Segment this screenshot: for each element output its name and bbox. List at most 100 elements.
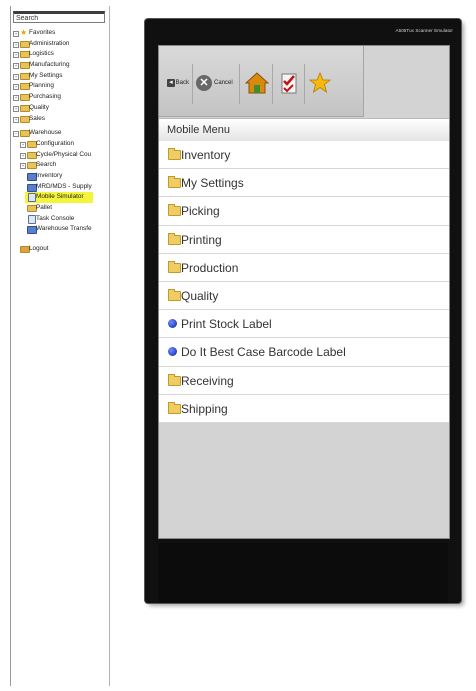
folder-icon	[168, 373, 181, 386]
tree-item-mrd-mds-supply[interactable]: MRD/MDS - Supply	[13, 182, 109, 193]
tree-item-purchasing[interactable]: + Purchasing	[13, 92, 109, 103]
tree-item-search[interactable]: + Search	[13, 160, 109, 171]
folder-icon	[168, 148, 181, 160]
menu-item-production[interactable]: Production	[159, 253, 449, 282]
tree-item-label: Mobile Simulator	[36, 193, 84, 201]
expand-icon[interactable]: +	[13, 41, 19, 48]
checklist-button[interactable]	[275, 71, 303, 95]
navigation-tree: + ★ Favorites + Administration + Logisti…	[13, 28, 109, 255]
tree-item-warehouse-transfer[interactable]: Warehouse Transfe	[13, 224, 109, 235]
tree-item-task-console[interactable]: Task Console	[13, 214, 109, 225]
menu-item-printing[interactable]: Printing	[159, 225, 449, 254]
emulator-bottom-bezel	[158, 543, 448, 603]
checklist-icon	[281, 73, 297, 94]
tree-item-favorites[interactable]: + ★ Favorites	[13, 28, 109, 39]
menu-item-label: Shipping	[181, 401, 228, 416]
tree-item-label: Warehouse Transfe	[36, 225, 92, 233]
menu-item-my-settings[interactable]: My Settings	[159, 169, 449, 198]
navigation-panel: + ★ Favorites + Administration + Logisti…	[10, 6, 110, 686]
menu-item-label: Receiving	[181, 373, 234, 388]
folder-icon	[168, 288, 181, 301]
menu-item-picking[interactable]: Picking	[159, 197, 449, 226]
tree-item-label: Configuration	[36, 139, 75, 147]
expand-icon[interactable]: +	[13, 73, 19, 80]
tree-item-inventory[interactable]: Inventory	[13, 171, 109, 182]
tree-item-label: Quality	[29, 103, 49, 111]
expand-icon[interactable]: +	[13, 31, 19, 37]
tree-item-sales[interactable]: + Sales	[13, 114, 109, 125]
tree-item-label: My Settings	[29, 71, 63, 79]
tree-item-label: Administration	[29, 39, 70, 47]
folder-icon	[168, 204, 181, 217]
home-icon	[245, 72, 269, 94]
back-button[interactable]: ◂ Back	[167, 71, 189, 95]
menu-item-label: Picking	[181, 204, 220, 219]
expand-icon[interactable]: +	[13, 84, 19, 91]
tree-item-label: Logistics	[29, 50, 54, 58]
menu-item-label: Inventory	[181, 148, 231, 162]
back-label: Back	[175, 80, 189, 86]
tree-item-label: Purchasing	[29, 93, 61, 101]
tree-item-label: Logout	[29, 245, 49, 253]
search-input[interactable]	[13, 11, 105, 23]
tree-item-warehouse[interactable]: − Warehouse	[13, 128, 109, 139]
collapse-icon[interactable]: −	[13, 131, 19, 138]
expand-icon[interactable]: +	[13, 95, 19, 102]
menu-item-quality[interactable]: Quality	[159, 281, 449, 311]
tree-item-label: Warehouse	[29, 129, 62, 137]
expand-icon[interactable]: +	[13, 116, 19, 123]
toolbar-divider	[239, 64, 240, 104]
tree-item-planning[interactable]: + Planning	[13, 81, 109, 92]
menu-item-inventory[interactable]: Inventory	[159, 141, 449, 170]
cancel-button[interactable]: ✕ Cancel	[196, 71, 236, 95]
expand-icon[interactable]: +	[20, 152, 26, 159]
toolbar-divider	[304, 64, 305, 104]
tree-item-label: Planning	[29, 82, 54, 90]
home-button[interactable]	[243, 71, 271, 95]
menu-item-case-barcode-label[interactable]: Do It Best Case Barcode Label	[159, 338, 449, 367]
tree-item-my-settings[interactable]: + My Settings	[13, 71, 109, 82]
mobile-device-icon	[28, 193, 36, 203]
scanner-emulator-window: A505Tux Scanner Emulator ◂ Back ✕ Cancel	[145, 19, 461, 603]
expand-icon[interactable]: +	[13, 105, 19, 112]
blue-dot-icon	[168, 319, 177, 329]
menu-item-receiving[interactable]: Receiving	[159, 366, 449, 395]
folder-icon	[168, 232, 181, 245]
tree-item-configuration[interactable]: + Configuration	[13, 139, 109, 150]
tree-item-label: Pallet	[36, 204, 52, 211]
tree-item-cycle-physical-count[interactable]: + Cycle/Physical Cou	[13, 150, 109, 161]
tree-item-administration[interactable]: + Administration	[13, 39, 109, 50]
tree-item-label: Search	[36, 161, 57, 169]
menu-item-label: Quality	[181, 288, 219, 303]
toolbar-divider	[192, 64, 193, 104]
menu-item-label: Do It Best Case Barcode Label	[181, 345, 346, 360]
tree-item-quality[interactable]: + Quality	[13, 103, 109, 114]
cancel-label: Cancel	[214, 80, 233, 86]
favorites-button[interactable]	[306, 71, 334, 95]
tree-item-manufacturing[interactable]: + Manufacturing	[13, 60, 109, 71]
mobile-menu-list: Inventory My Settings Picking Printing P…	[159, 141, 449, 423]
expand-icon[interactable]: +	[13, 52, 19, 59]
expand-icon[interactable]: +	[20, 141, 26, 148]
folder-icon	[168, 401, 181, 414]
blue-dot-icon	[168, 347, 177, 357]
tree-item-label: MRD/MDS - Supply	[36, 182, 92, 190]
expand-icon[interactable]: +	[13, 63, 19, 70]
menu-item-label: Print Stock Label	[181, 317, 272, 332]
task-console-icon	[28, 214, 36, 224]
menu-item-print-stock-label[interactable]: Print Stock Label	[159, 310, 449, 339]
tree-item-label: Cycle/Physical Cou	[36, 150, 92, 158]
emulator-title: A505Tux Scanner Emulator	[395, 28, 453, 33]
back-arrow-icon: ◂	[167, 79, 175, 87]
menu-item-label: Printing	[181, 232, 222, 247]
expand-icon[interactable]: +	[20, 163, 26, 170]
menu-item-shipping[interactable]: Shipping	[159, 394, 449, 423]
star-icon: ★	[20, 28, 28, 37]
folder-icon	[168, 260, 181, 273]
tree-item-logout[interactable]: Logout	[13, 244, 109, 255]
tree-item-logistics[interactable]: + Logistics	[13, 49, 109, 60]
tree-item-label: Inventory	[36, 171, 63, 179]
tree-item-pallet[interactable]: Pallet	[13, 203, 109, 214]
folder-icon	[168, 176, 181, 189]
tree-item-mobile-simulator[interactable]: Mobile Simulator	[13, 192, 109, 203]
